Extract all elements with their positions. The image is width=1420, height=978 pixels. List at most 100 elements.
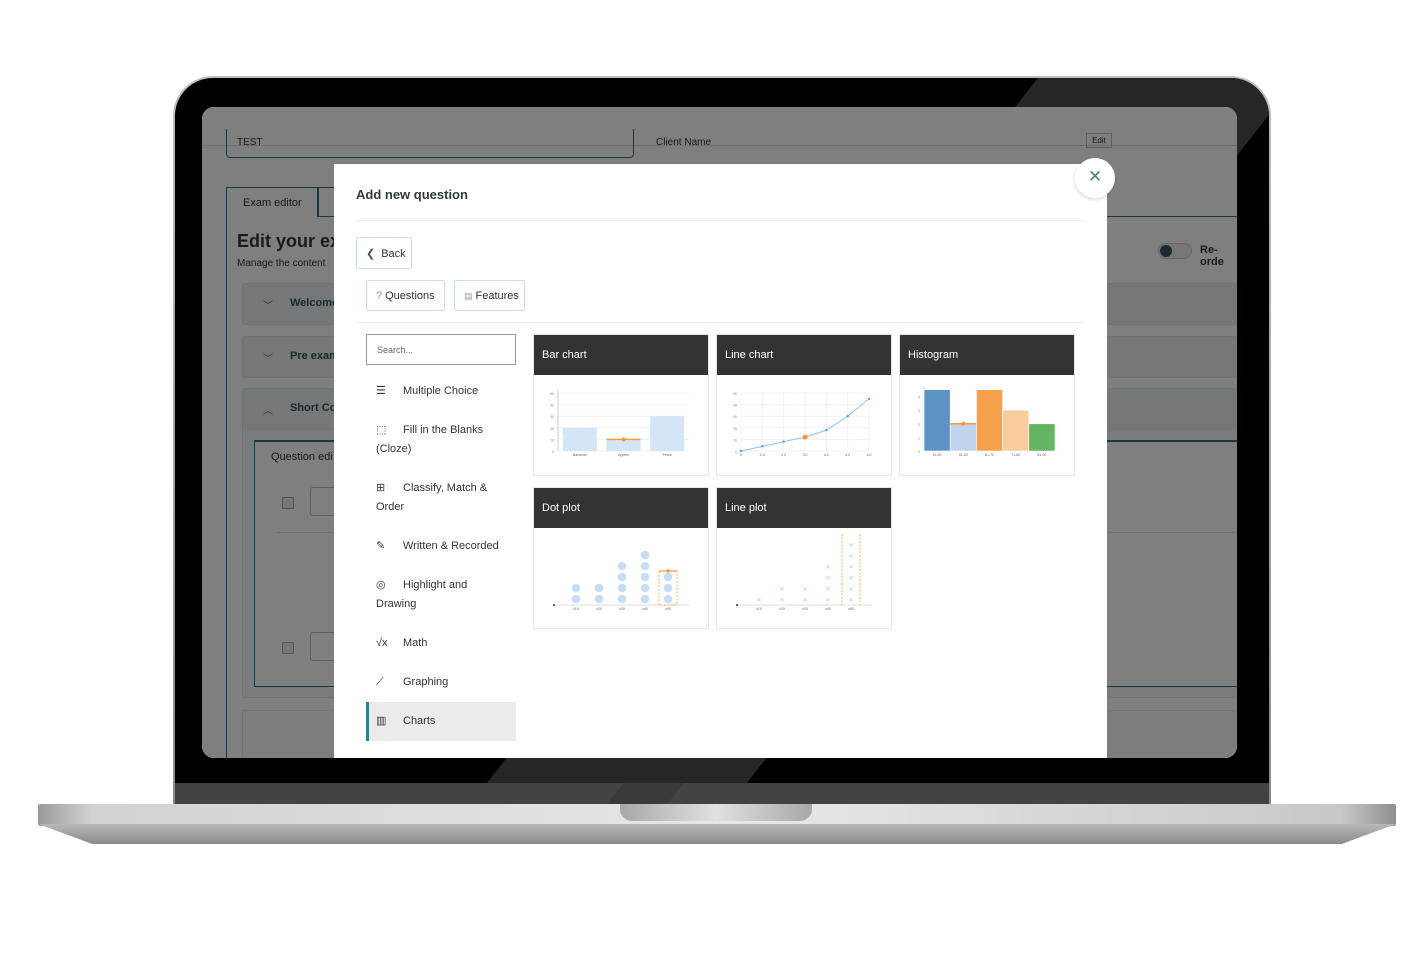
x-mark: × <box>802 596 808 604</box>
category-label: Charts <box>403 715 436 727</box>
axis-origin <box>736 604 738 606</box>
card-title: Line chart <box>717 335 891 375</box>
x-mark: × <box>756 596 762 604</box>
dot <box>571 594 581 604</box>
bar-chart-preview: 0 10 20 30 40 50 Bananas Apples Pears <box>550 389 689 457</box>
back-button[interactable]: ❮ Back <box>356 237 412 269</box>
question-mark-icon: ? <box>376 290 383 302</box>
dot <box>640 583 650 593</box>
x-tick-label: x20 <box>779 607 785 611</box>
bar <box>562 427 597 451</box>
bar-chart-icon: ▥ <box>376 715 387 727</box>
x-tick-label: 81-90 <box>1037 453 1046 457</box>
y-tick-label: 0 <box>735 450 737 454</box>
category-item[interactable]: ☰ Multiple Choice <box>366 372 516 411</box>
x-mark: × <box>825 574 831 582</box>
drag-handle <box>666 569 670 573</box>
dot <box>640 561 650 571</box>
tab-features[interactable]: ▤ Features <box>454 280 525 311</box>
x-tick-label: 5.0 <box>845 453 850 457</box>
card-line-plot[interactable]: Line plot × x10 × × x20 × × x30 × × × × x40 × × × × × × x50 <box>716 487 892 629</box>
x-tick-label: x10 <box>573 607 579 611</box>
x-mark: × <box>779 596 785 604</box>
divider <box>356 322 1085 323</box>
data-point <box>825 428 828 432</box>
category-item[interactable]: ⬚ Fill in the Blanks (Cloze) <box>366 411 516 469</box>
category-label: Graphing <box>403 676 449 688</box>
card-dot-plot[interactable]: Dot plot x10 x20 x30 x40 x50 <box>533 487 709 629</box>
x-tick-label: x40 <box>825 607 831 611</box>
x-tick-label: 2.0 <box>781 453 786 457</box>
laptop-notch <box>620 804 812 821</box>
chevron-left-icon: ❮ <box>366 248 376 260</box>
x-tick-label: x30 <box>619 607 625 611</box>
y-tick-label: 50 <box>550 392 554 396</box>
data-point <box>739 449 743 453</box>
tab-questions[interactable]: ? Questions <box>366 280 445 311</box>
histogram-preview: 0 1 2 3 4 41-50 51-60 61-70 71-80 81-90 <box>918 387 1056 457</box>
dot <box>617 572 627 582</box>
x-tick-label: Bananas <box>573 453 587 457</box>
x-tick-label: x30 <box>802 607 808 611</box>
card-bar-chart[interactable]: Bar chart 0 10 20 30 40 50 Bananas Apples Pears <box>533 334 709 476</box>
dot <box>640 594 650 604</box>
data-point <box>846 415 849 418</box>
x-mark: × <box>779 585 785 593</box>
category-item[interactable]: ▥ Charts <box>366 702 516 741</box>
y-tick-label: 0 <box>552 450 554 454</box>
dot <box>617 594 627 604</box>
laptop-mockup: TEST Client Name Edit Exam editor Edit y… <box>0 0 1420 978</box>
y-tick-label: 4 <box>918 396 920 400</box>
card-histogram[interactable]: Histogram 0 1 2 3 4 41-50 51-60 61-70 71-80 81-90 <box>899 334 1075 476</box>
x-tick-label: Pears <box>663 453 672 457</box>
list-icon: ☰ <box>376 385 386 397</box>
y-tick-label: 0 <box>918 450 920 454</box>
x-tick-label: 51-60 <box>959 453 968 457</box>
category-label: Written & Recorded <box>403 540 499 552</box>
drag-handle <box>621 437 626 442</box>
category-item[interactable]: ◎ Highlight and Drawing <box>366 566 516 624</box>
x-mark: × <box>825 596 831 604</box>
card-title: Histogram <box>900 335 1074 375</box>
x-mark: × <box>848 596 854 604</box>
dot <box>617 583 627 593</box>
histogram-bar <box>976 389 1003 452</box>
y-tick-label: 1 <box>918 436 920 440</box>
y-tick-label: 2 <box>918 423 920 427</box>
x-tick-label: 41-50 <box>933 453 942 457</box>
line-graph-icon: ⟋ <box>376 676 384 688</box>
x-tick-label: x40 <box>642 607 648 611</box>
dot <box>663 594 673 604</box>
image-icon: ▤ <box>464 291 473 301</box>
data-point <box>761 445 764 448</box>
card-title: Bar chart <box>534 335 708 375</box>
card-line-chart[interactable]: Line chart 0 10 20 30 40 50 0 1.0 2.0 3.0 4.0 5.0 6.… <box>716 334 892 476</box>
laptop-base-bottom <box>38 824 1396 844</box>
x-tick-label: 3.0 <box>803 453 808 457</box>
y-tick-label: 10 <box>733 438 737 442</box>
category-item[interactable]: ⊞ Classify, Match & Order <box>366 469 516 527</box>
data-point <box>782 440 785 443</box>
category-item[interactable]: √x Math <box>366 624 516 663</box>
x-mark: × <box>848 574 854 582</box>
x-tick-label: 0 <box>740 453 742 457</box>
x-mark: × <box>848 585 854 593</box>
category-item[interactable]: ✎ Written & Recorded <box>366 527 516 566</box>
data-point <box>867 397 871 400</box>
y-tick-label: 20 <box>550 427 554 431</box>
dot <box>640 550 650 560</box>
close-button[interactable]: ✕ <box>1075 158 1115 198</box>
search-input[interactable] <box>366 334 516 365</box>
dot <box>663 572 673 582</box>
modal-title: Add new question <box>356 187 468 202</box>
category-item[interactable]: ⟋ Graphing <box>366 663 516 702</box>
histogram-bar <box>949 423 977 452</box>
x-tick-label: 6.0 <box>867 453 872 457</box>
dot <box>571 583 581 593</box>
dot <box>594 583 604 593</box>
x-tick-label: 61-70 <box>985 453 994 457</box>
highlight-point <box>802 434 808 440</box>
x-tick-label: 1.0 <box>760 453 765 457</box>
y-tick-label: 40 <box>550 404 554 408</box>
card-title: Line plot <box>717 488 891 528</box>
